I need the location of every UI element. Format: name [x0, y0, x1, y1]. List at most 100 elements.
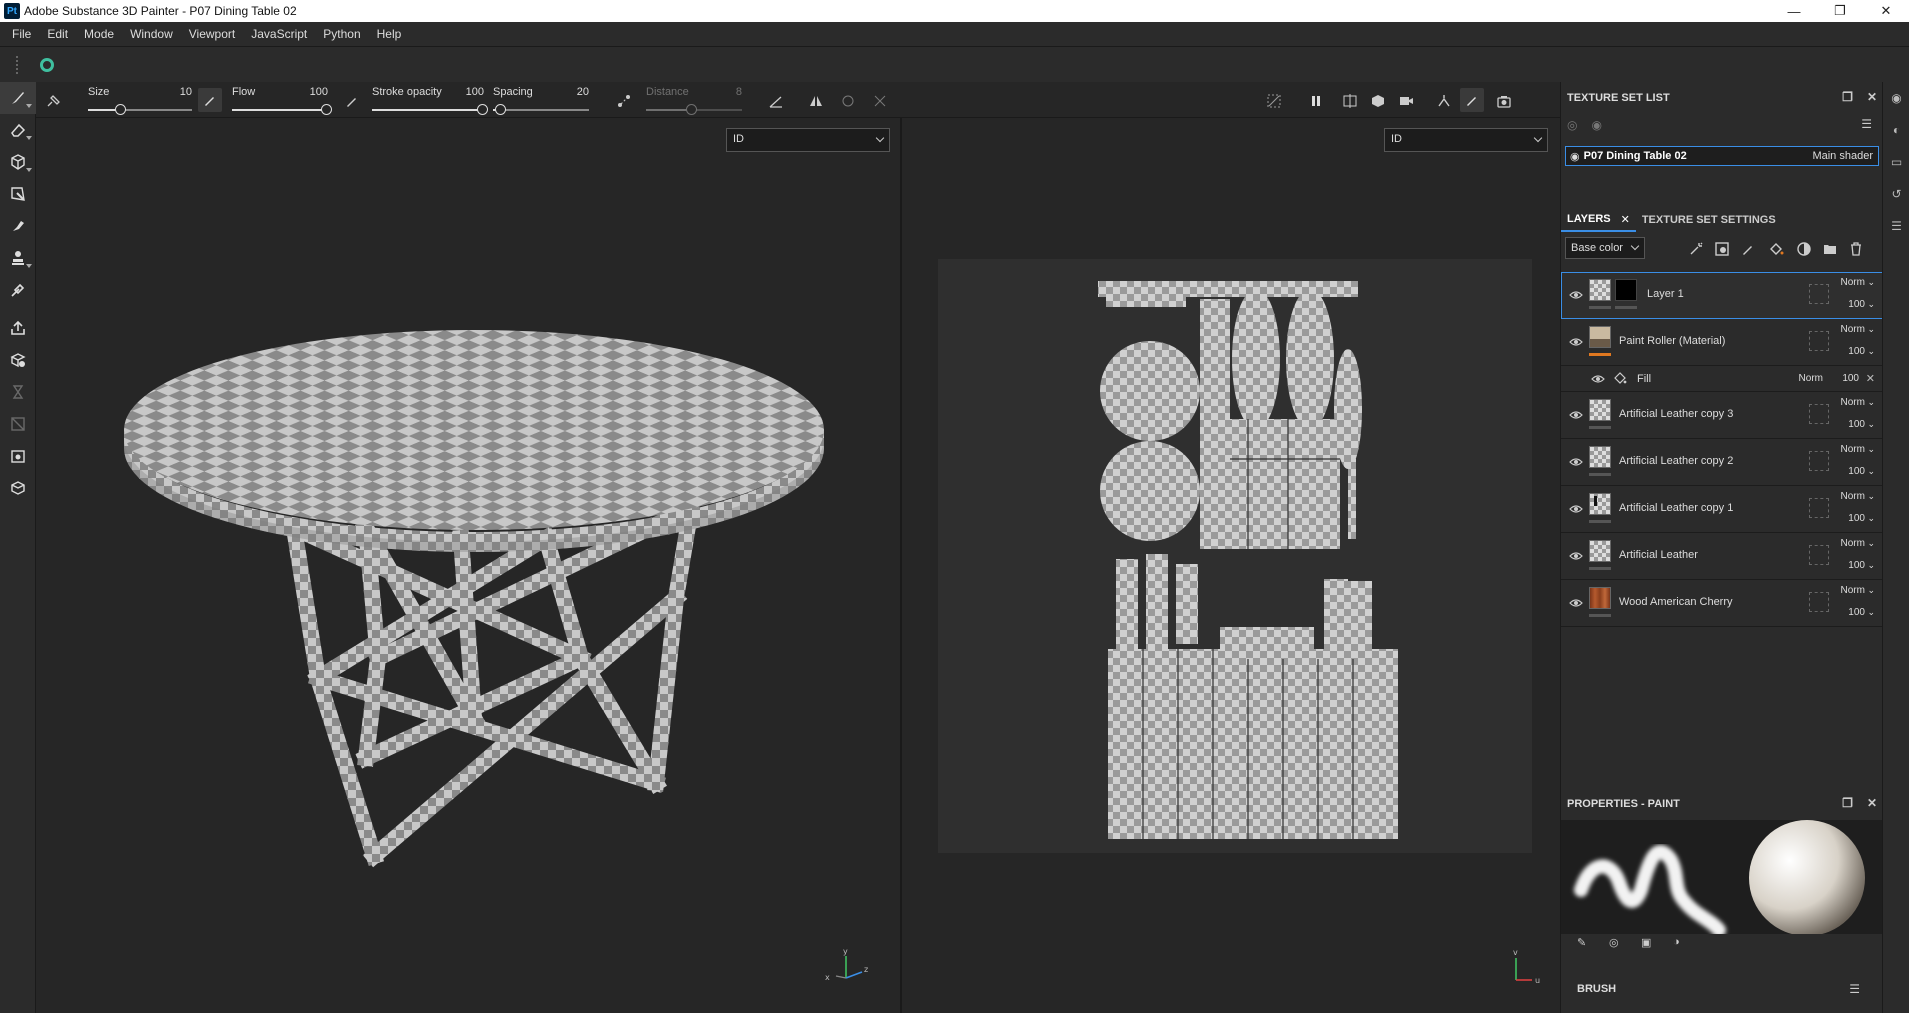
line-angle-icon[interactable]	[766, 91, 786, 111]
flow-knob[interactable]	[321, 103, 332, 115]
layer-blend-mode[interactable]: Norm	[1841, 491, 1876, 502]
menu-viewport[interactable]: Viewport	[181, 27, 243, 41]
layer-name[interactable]: Artificial Leather copy 2	[1619, 455, 1733, 467]
pause-icon[interactable]	[1306, 91, 1326, 111]
geometry-mask-slot[interactable]	[1809, 498, 1829, 518]
size-pen-pressure-button[interactable]	[198, 88, 222, 112]
screenshot-camera-icon[interactable]	[1494, 91, 1514, 111]
distance-value[interactable]: 8	[736, 86, 742, 98]
show-all-icon[interactable]: ◉	[1591, 118, 1601, 132]
image-icon[interactable]: ▣	[1641, 936, 1651, 949]
tab-layers[interactable]: LAYERS ✕	[1561, 208, 1636, 232]
float-properties-icon[interactable]: ❐	[1842, 796, 1853, 810]
brush-section-menu-icon[interactable]: ☰	[1849, 982, 1860, 996]
layer-thumbnail[interactable]	[1589, 279, 1611, 301]
layer-name[interactable]: Artificial Leather copy 3	[1619, 408, 1733, 420]
geometry-mask-slot[interactable]	[1809, 451, 1829, 471]
visibility-eye-icon[interactable]	[1569, 549, 1583, 563]
eraser-tool[interactable]	[0, 114, 36, 146]
viewport-2d-channel-select[interactable]: ID	[1384, 128, 1548, 152]
spacing-slider[interactable]: Spacing 20	[493, 82, 589, 118]
layer-blend-mode[interactable]: Norm	[1841, 324, 1876, 335]
size-slider[interactable]: Size 10	[88, 82, 192, 118]
layer-name[interactable]: Layer 1	[1647, 288, 1684, 300]
shader-settings-tool[interactable]	[0, 472, 36, 504]
minimize-button[interactable]: —	[1771, 0, 1817, 22]
spacing-knob[interactable]	[495, 103, 506, 115]
menu-javascript[interactable]: JavaScript	[243, 27, 315, 41]
add-mask-icon[interactable]	[1713, 240, 1731, 258]
add-paint-layer-icon[interactable]	[1739, 240, 1757, 258]
clone-tool[interactable]	[0, 242, 36, 274]
flow-pen-pressure-icon[interactable]	[342, 91, 362, 111]
visibility-eye-icon[interactable]	[1569, 408, 1583, 422]
viewport-3d[interactable]: ID y z x	[36, 118, 900, 1013]
layer-blend-mode[interactable]: Norm	[1841, 538, 1876, 549]
geometry-mask-slot[interactable]	[1809, 284, 1829, 304]
layer-row[interactable]: Artificial Leather copy 3 Norm 100	[1561, 392, 1883, 439]
layer-row[interactable]: Artificial Leather copy 2 Norm 100	[1561, 439, 1883, 486]
visibility-eye-icon[interactable]	[1569, 455, 1583, 469]
projection-tool[interactable]	[0, 146, 36, 178]
viewport-3d-icon[interactable]	[1368, 91, 1388, 111]
layer-blend-mode[interactable]: Norm	[1841, 277, 1876, 288]
split-view-icon[interactable]	[1340, 91, 1360, 111]
spacing-value[interactable]: 20	[577, 86, 589, 98]
stroke-opacity-slider[interactable]: Stroke opacity 100	[372, 82, 488, 118]
layer-row[interactable]: Artificial Leather Norm 100	[1561, 533, 1883, 580]
half-circle-icon[interactable]: ◑	[1673, 936, 1680, 948]
symmetry-options-icon[interactable]	[870, 91, 890, 111]
layer-opacity[interactable]: 100	[1848, 346, 1875, 357]
fill-effect-opacity[interactable]: 100	[1842, 373, 1859, 384]
geometry-mask-tool[interactable]	[0, 344, 36, 376]
distance-knob[interactable]	[686, 103, 697, 115]
paint-tool[interactable]	[0, 82, 36, 114]
layer-name[interactable]: Paint Roller (Material)	[1619, 335, 1725, 347]
add-fill-layer-icon[interactable]	[1767, 240, 1785, 258]
shader-icon[interactable]: ◐	[1883, 114, 1909, 146]
layer-opacity[interactable]: 100	[1848, 419, 1875, 430]
hide-ui-icon[interactable]	[1264, 91, 1284, 111]
layer-thumbnail[interactable]	[1589, 446, 1611, 468]
menu-file[interactable]: File	[4, 27, 39, 41]
visibility-eye-icon[interactable]	[1591, 372, 1605, 386]
smudge-tool[interactable]	[0, 210, 36, 242]
bake-export-tool[interactable]	[0, 312, 36, 344]
camera-video-icon[interactable]	[1396, 91, 1416, 111]
menu-mode[interactable]: Mode	[76, 27, 122, 41]
layer-row[interactable]: Wood American Cherry Norm 100	[1561, 580, 1883, 627]
menu-window[interactable]: Window	[122, 27, 181, 41]
color-picker-tool[interactable]	[0, 274, 36, 306]
layer-row[interactable]: Artificial Leather copy 1 Norm 100	[1561, 486, 1883, 533]
distance-slider[interactable]: Distance 8	[646, 82, 742, 118]
float-panel-icon[interactable]: ❐	[1842, 90, 1853, 104]
menu-python[interactable]: Python	[315, 27, 368, 41]
menu-edit[interactable]: Edit	[39, 27, 76, 41]
geometry-mask-slot[interactable]	[1809, 404, 1829, 424]
layer-name[interactable]: Artificial Leather	[1619, 549, 1698, 561]
texture-set-shader[interactable]: Main shader	[1812, 150, 1873, 162]
disabled-tool[interactable]	[0, 408, 36, 440]
viewport-2d[interactable]: ID v u	[902, 118, 1560, 1013]
symmetry-mirror-icon[interactable]	[838, 91, 858, 111]
layer-opacity[interactable]: 100	[1848, 560, 1875, 571]
texture-set-menu-icon[interactable]: ☰	[1861, 117, 1872, 131]
tab-texture-set-settings[interactable]: TEXTURE SET SETTINGS	[1636, 208, 1782, 232]
stroke-opacity-value[interactable]: 100	[466, 86, 484, 98]
layer-blend-mode[interactable]: Norm	[1841, 444, 1876, 455]
layer-thumbnail[interactable]	[1589, 540, 1611, 562]
add-effect-icon[interactable]	[1687, 240, 1705, 258]
close-panel-icon[interactable]: ✕	[1867, 90, 1877, 104]
add-smart-material-icon[interactable]	[1795, 240, 1813, 258]
flow-value[interactable]: 100	[310, 86, 328, 98]
brush-preset-icon[interactable]	[44, 91, 64, 111]
texture-set-row[interactable]: ◉ P07 Dining Table 02 Main shader	[1565, 146, 1879, 166]
visibility-eye-icon[interactable]	[1569, 335, 1583, 349]
close-button[interactable]: ✕	[1863, 0, 1909, 22]
visibility-eye-icon[interactable]	[1569, 596, 1583, 610]
size-knob[interactable]	[115, 103, 126, 115]
plugin-status-icon[interactable]	[40, 57, 54, 72]
toolbar-grip[interactable]	[16, 55, 20, 74]
layer-thumbnail[interactable]	[1589, 326, 1611, 348]
remove-effect-icon[interactable]: ✕	[1866, 372, 1875, 385]
